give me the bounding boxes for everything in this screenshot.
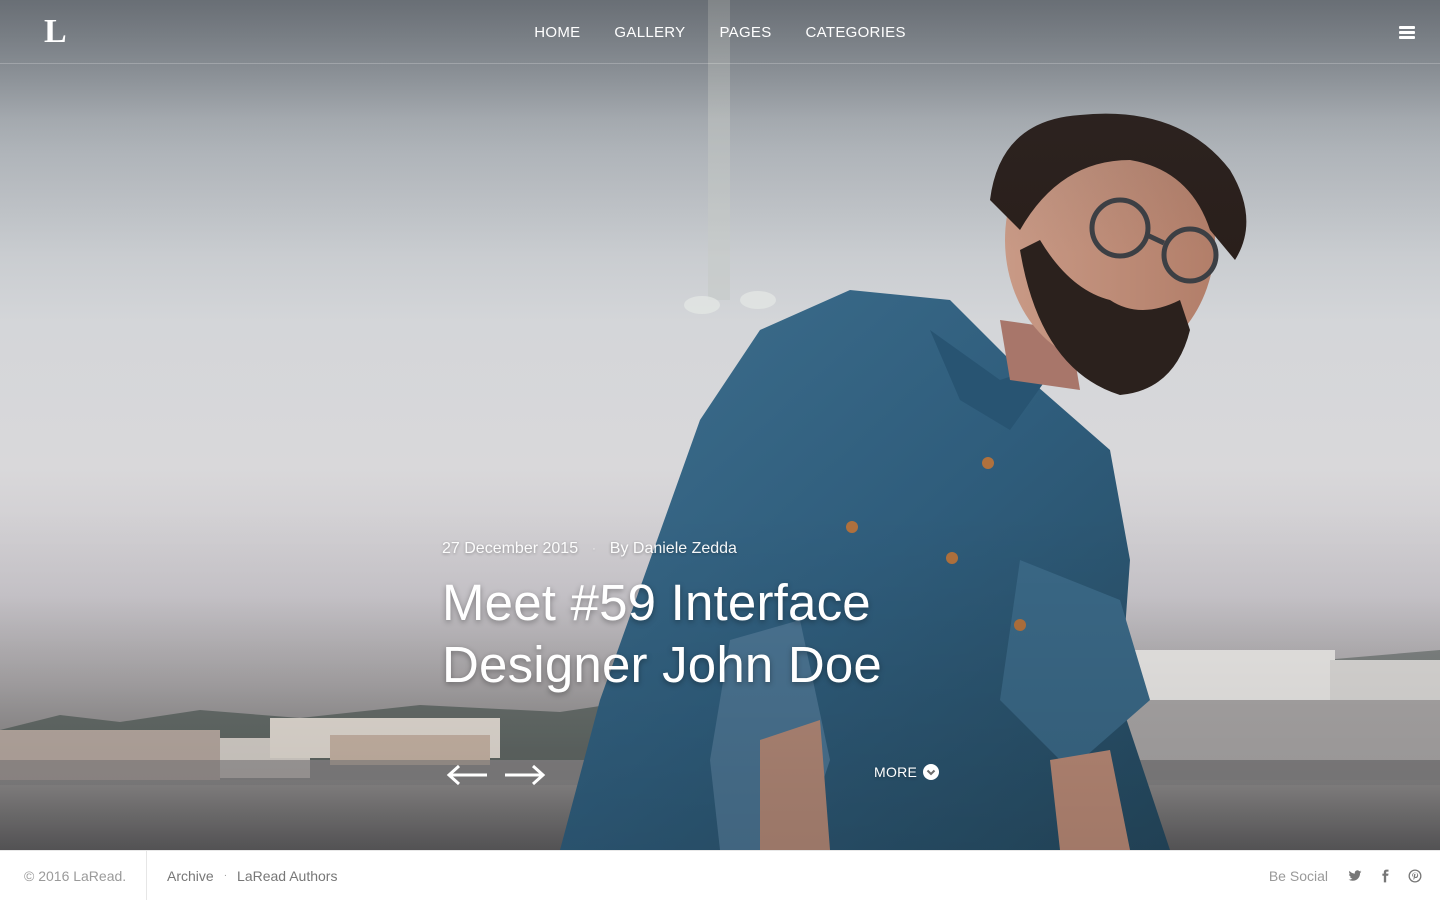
hero-photo	[0, 0, 1440, 850]
post-title[interactable]: Meet #59 Interface Designer John Doe	[442, 572, 962, 696]
nav-item-gallery[interactable]: GALLERY	[614, 24, 685, 41]
hero-slider	[0, 0, 1440, 850]
footer-link-separator: ·	[223, 870, 228, 881]
footer-link-authors[interactable]: LaRead Authors	[237, 868, 337, 884]
social-links: Be Social	[1269, 851, 1422, 900]
post-meta: 27 December 2015 · By Daniele Zedda	[442, 540, 962, 558]
site-footer: © 2016 LaRead. Archive · LaRead Authors …	[0, 850, 1440, 900]
nav-item-pages[interactable]: PAGES	[719, 24, 771, 41]
social-label: Be Social	[1268, 868, 1328, 884]
footer-links: Archive · LaRead Authors	[147, 868, 337, 884]
chevron-down-circle-icon	[923, 764, 940, 780]
post-date: 27 December 2015	[442, 540, 579, 557]
nav-item-home[interactable]: HOME	[534, 24, 580, 41]
slider-arrows	[446, 762, 546, 788]
footer-link-archive[interactable]: Archive	[167, 868, 214, 884]
arrow-right-icon[interactable]	[504, 762, 546, 788]
meta-separator: ·	[592, 543, 596, 555]
facebook-icon[interactable]	[1378, 869, 1392, 883]
more-label: MORE	[874, 764, 918, 780]
top-navigation-bar: L HOME GALLERY PAGES CATEGORIES	[0, 0, 1440, 64]
twitter-icon[interactable]	[1348, 869, 1362, 883]
pinterest-icon[interactable]	[1408, 869, 1422, 883]
main-nav: HOME GALLERY PAGES CATEGORIES	[0, 0, 1440, 64]
arrow-left-icon[interactable]	[446, 762, 488, 788]
more-button[interactable]: MORE	[874, 764, 940, 780]
hamburger-menu-icon[interactable]	[1399, 26, 1415, 39]
featured-post: 27 December 2015 · By Daniele Zedda Meet…	[442, 540, 962, 696]
post-title-line-2: Designer John Doe	[442, 636, 882, 693]
nav-item-categories[interactable]: CATEGORIES	[806, 24, 906, 41]
post-author-link[interactable]: By Daniele Zedda	[610, 540, 737, 558]
post-title-line-1: Meet #59 Interface	[442, 574, 871, 631]
copyright-text: © 2016 LaRead.	[0, 850, 147, 900]
